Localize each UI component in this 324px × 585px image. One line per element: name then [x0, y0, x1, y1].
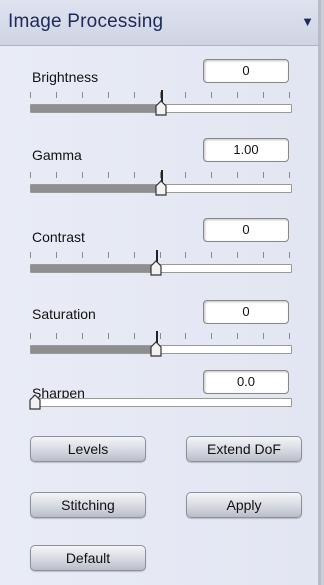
- saturation-label: Saturation: [32, 306, 96, 322]
- slider-tick: [289, 92, 290, 98]
- slider-tick: [263, 252, 264, 258]
- saturation-slider[interactable]: [30, 331, 292, 363]
- slider-tick: [289, 172, 290, 178]
- slider-tick: [30, 333, 31, 339]
- slider-tick: [30, 172, 31, 178]
- brightness-value-field[interactable]: 0: [203, 59, 289, 83]
- image-processing-panel: Image Processing ▼ Brightness 0 Gamma 1.…: [0, 0, 321, 585]
- slider-tick: [211, 252, 212, 258]
- slider-tick: [108, 252, 109, 258]
- slider-tick: [185, 92, 186, 98]
- slider-tick: [134, 252, 135, 258]
- slider-fill: [31, 185, 161, 192]
- slider-tick: [108, 172, 109, 178]
- slider-tick: [56, 252, 57, 258]
- gamma-slider[interactable]: [30, 170, 292, 202]
- slider-tick: [56, 333, 57, 339]
- slider-tick: [56, 92, 57, 98]
- stitching-button[interactable]: Stitching: [30, 492, 146, 518]
- levels-button[interactable]: Levels: [30, 436, 146, 462]
- slider-tick: [237, 92, 238, 98]
- slider-tick: [134, 92, 135, 98]
- contrast-label: Contrast: [32, 229, 85, 245]
- slider-fill: [31, 265, 156, 272]
- brightness-label: Brightness: [32, 69, 99, 85]
- slider-tick: [30, 252, 31, 258]
- sharpen-slider[interactable]: [29, 392, 292, 422]
- slider-tick: [82, 172, 83, 178]
- triangle-down-icon[interactable]: ▼: [301, 14, 314, 29]
- contrast-slider[interactable]: [30, 250, 292, 282]
- slider-tick: [185, 252, 186, 258]
- extend-dof-button[interactable]: Extend DoF: [186, 436, 302, 462]
- slider-thumb[interactable]: [150, 341, 162, 357]
- panel-header[interactable]: Image Processing ▼: [0, 0, 318, 46]
- slider-tick: [160, 333, 161, 339]
- panel-title: Image Processing: [8, 11, 164, 32]
- slider-tick: [237, 252, 238, 258]
- slider-fill: [31, 105, 161, 112]
- slider-tick: [134, 172, 135, 178]
- gamma-label: Gamma: [32, 147, 82, 163]
- brightness-slider[interactable]: [30, 90, 292, 122]
- slider-tick: [263, 92, 264, 98]
- slider-thumb[interactable]: [150, 260, 162, 276]
- contrast-value-field[interactable]: 0: [203, 218, 289, 242]
- saturation-value-field[interactable]: 0: [203, 300, 289, 324]
- slider-fill: [31, 346, 156, 353]
- slider-track[interactable]: [30, 398, 292, 407]
- slider-tick: [82, 252, 83, 258]
- sharpen-value-field[interactable]: 0.0: [203, 370, 289, 394]
- slider-tick: [108, 92, 109, 98]
- slider-tick: [56, 172, 57, 178]
- slider-tick: [185, 333, 186, 339]
- slider-tick: [211, 172, 212, 178]
- apply-button[interactable]: Apply: [186, 492, 302, 518]
- slider-tick: [211, 92, 212, 98]
- gamma-value-field[interactable]: 1.00: [203, 138, 289, 162]
- slider-tick: [185, 172, 186, 178]
- slider-tick: [289, 333, 290, 339]
- slider-tick: [82, 333, 83, 339]
- slider-tick: [108, 333, 109, 339]
- slider-tick: [289, 252, 290, 258]
- slider-tick: [211, 333, 212, 339]
- slider-thumb[interactable]: [29, 394, 41, 410]
- slider-tick: [82, 92, 83, 98]
- slider-tick: [134, 333, 135, 339]
- slider-tick: [263, 172, 264, 178]
- slider-tick: [160, 252, 161, 258]
- slider-thumb[interactable]: [155, 100, 167, 116]
- slider-tick: [237, 333, 238, 339]
- default-button[interactable]: Default: [30, 545, 146, 571]
- slider-tick: [263, 333, 264, 339]
- slider-tick: [237, 172, 238, 178]
- slider-tick: [30, 92, 31, 98]
- slider-thumb[interactable]: [155, 180, 167, 196]
